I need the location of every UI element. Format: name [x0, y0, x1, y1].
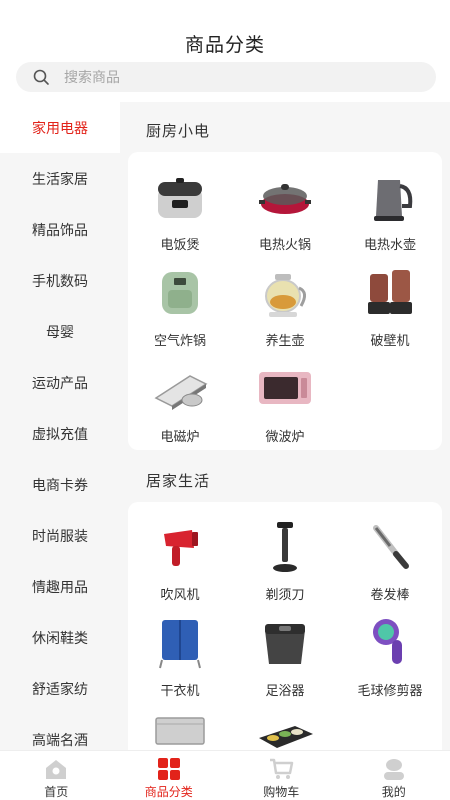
- bottom-tab-bar: 首页 商品分类 购物车 我的: [0, 750, 450, 800]
- sidebar-item-fashion[interactable]: 时尚服装: [0, 510, 120, 561]
- product-health-pot[interactable]: 养生壶: [233, 262, 337, 349]
- product-rice-cooker[interactable]: 电饭煲: [128, 166, 232, 253]
- tab-label: 首页: [44, 785, 69, 799]
- sidebar-item-sports[interactable]: 运动产品: [0, 357, 120, 408]
- product-label: 微波炉: [265, 429, 305, 444]
- product-hair-dryer[interactable]: 吹风机: [128, 516, 232, 603]
- tab-home[interactable]: 首页: [0, 751, 113, 800]
- sidebar-item-digital[interactable]: 手机数码: [0, 255, 120, 306]
- product-label: 空气炸锅: [153, 333, 206, 348]
- section-title: 居家生活: [146, 473, 211, 490]
- sidebar-item-accessories[interactable]: 精品饰品: [0, 204, 120, 255]
- section-card: 吹风机 剃须刀 卷发棒 干衣机 足浴器 毛球修剪器: [128, 502, 442, 750]
- product-food-tray[interactable]: [233, 708, 337, 750]
- induction-cooker-icon: [154, 375, 208, 410]
- product-label: 毛球修剪器: [357, 683, 423, 698]
- product-label: 破壁机: [370, 333, 410, 348]
- product-label: 电热水壶: [363, 237, 416, 252]
- microwave-icon: [259, 372, 311, 404]
- hotpot-icon: [259, 184, 311, 214]
- product-air-fryer[interactable]: 空气炸锅: [128, 262, 232, 349]
- sidebar-item-recharge[interactable]: 虚拟充值: [0, 408, 120, 459]
- section-title: 厨房小电: [146, 123, 211, 140]
- sidebar-item-appliances[interactable]: 家用电器: [0, 102, 120, 153]
- search-icon: [33, 69, 49, 85]
- sidebar-item-baby[interactable]: 母婴: [0, 306, 120, 357]
- tab-profile[interactable]: 我的: [338, 751, 450, 800]
- sidebar-item-shoes[interactable]: 休闲鞋类: [0, 612, 120, 663]
- product-lint-trimmer[interactable]: 毛球修剪器: [338, 612, 442, 699]
- product-foot-bath[interactable]: 足浴器: [233, 612, 337, 699]
- tab-label: 商品分类: [144, 785, 193, 799]
- cart-icon: [270, 758, 294, 779]
- product-razor[interactable]: 剃须刀: [233, 516, 337, 603]
- product-blender[interactable]: 破壁机: [338, 262, 442, 349]
- health-pot-icon: [265, 274, 306, 317]
- blender-icon: [368, 270, 412, 314]
- tab-label: 我的: [381, 785, 406, 799]
- product-label: 卷发棒: [370, 587, 410, 602]
- home-icon: [46, 760, 67, 779]
- lint-trimmer-icon: [373, 619, 402, 664]
- clothes-dryer-icon: [159, 620, 201, 669]
- tab-label: 购物车: [263, 785, 300, 799]
- air-fryer-icon: [162, 272, 198, 314]
- search-bar[interactable]: [16, 62, 436, 92]
- product-label: 足浴器: [265, 683, 305, 698]
- kettle-icon: [374, 180, 413, 221]
- product-label: 干衣机: [160, 683, 200, 698]
- product-curling-iron[interactable]: 卷发棒: [338, 516, 442, 603]
- product-label: 吹风机: [160, 587, 200, 602]
- curling-iron-icon: [373, 525, 409, 569]
- product-microwave[interactable]: 微波炉: [233, 358, 337, 445]
- category-content: 厨房小电 电饭煲 电热火锅 电热水壶 空气炸锅 养生壶 破壁机 电磁炉 微波炉 …: [120, 102, 450, 750]
- sidebar-item-vouchers[interactable]: 电商卡券: [0, 459, 120, 510]
- product-label: 电磁炉: [160, 429, 200, 444]
- product-label: 电热火锅: [258, 237, 311, 252]
- header-bar: 商品分类: [0, 0, 450, 60]
- product-clothes-dryer[interactable]: 干衣机: [128, 612, 232, 699]
- sidebar-item-bedding[interactable]: 舒适家纺: [0, 663, 120, 714]
- section-card: 电饭煲 电热火锅 电热水壶 空气炸锅 养生壶 破壁机 电磁炉 微波炉: [128, 152, 442, 450]
- product-label: 剃须刀: [265, 587, 305, 602]
- category-sidebar[interactable]: 家用电器 生活家居 精品饰品 手机数码 母婴 运动产品 虚拟充值 电商卡券 时尚…: [0, 102, 120, 750]
- search-input[interactable]: [64, 69, 364, 85]
- hair-dryer-icon: [164, 530, 198, 566]
- product-label: 电饭煲: [160, 237, 200, 252]
- sidebar-item-home-living[interactable]: 生活家居: [0, 153, 120, 204]
- product-hotpot[interactable]: 电热火锅: [233, 166, 337, 253]
- razor-icon: [273, 522, 297, 572]
- product-induction-cooker[interactable]: 电磁炉: [128, 358, 232, 445]
- food-tray-icon: [259, 726, 313, 748]
- tab-cart[interactable]: 购物车: [225, 751, 338, 800]
- rice-cooker-icon: [158, 178, 202, 218]
- profile-icon: [383, 759, 404, 780]
- product-kettle[interactable]: 电热水壶: [338, 166, 442, 253]
- product-label: 养生壶: [265, 333, 305, 348]
- tab-category[interactable]: 商品分类: [113, 751, 226, 800]
- product-steel-tray[interactable]: [128, 708, 232, 750]
- sidebar-item-adult[interactable]: 情趣用品: [0, 561, 120, 612]
- foot-bath-icon: [265, 624, 305, 664]
- page-title: 商品分类: [184, 35, 265, 56]
- sidebar-item-liquor[interactable]: 高端名酒: [0, 714, 120, 750]
- steel-tray-icon: [155, 717, 205, 745]
- category-icon: [157, 758, 180, 780]
